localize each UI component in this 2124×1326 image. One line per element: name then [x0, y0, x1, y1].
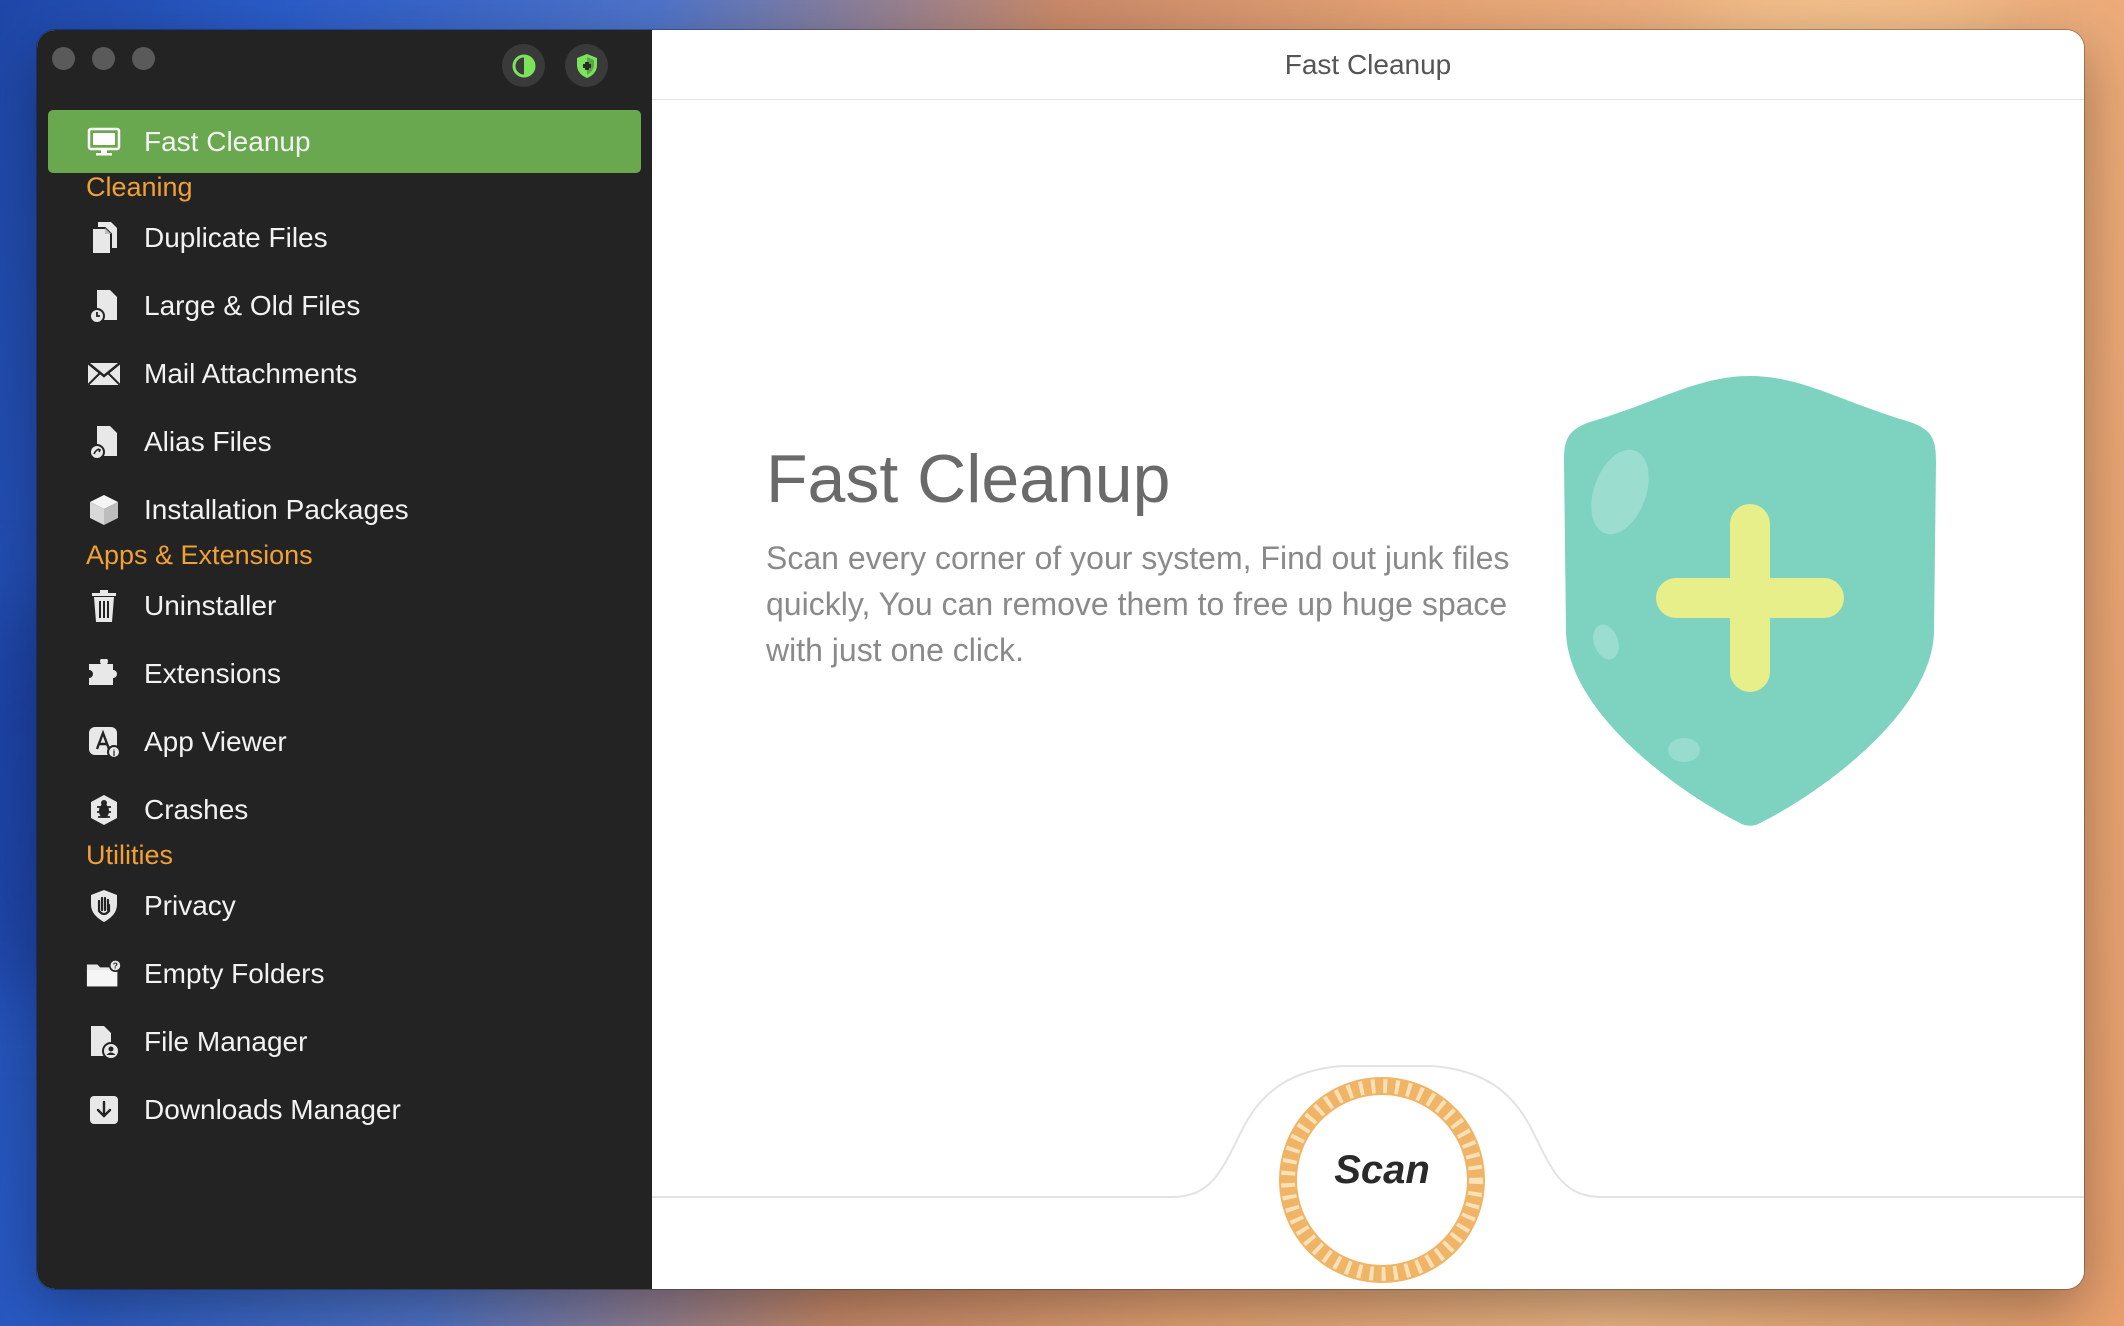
sidebar-item-installation-packages[interactable]: Installation Packages [48, 478, 641, 541]
page-title: Fast Cleanup [766, 441, 1171, 517]
sidebar-item-empty-folders[interactable]: ? Empty Folders [48, 942, 641, 1005]
sidebar-item-extensions[interactable]: Extensions [48, 642, 641, 705]
svg-text:i: i [113, 748, 116, 758]
main-panel: Fast Cleanup Fast Cleanup Scan every cor… [652, 30, 2084, 1289]
duplicate-files-icon [86, 220, 122, 256]
file-user-icon [86, 1024, 122, 1060]
section-utilities: Utilities [86, 840, 174, 870]
sidebar-item-mail-attachments[interactable]: Mail Attachments [48, 342, 641, 405]
section-cleaning: Cleaning [86, 172, 193, 202]
scan-button[interactable]: Scan [1262, 1060, 1502, 1289]
app-window: Fast Cleanup Cleaning Duplicate Files La… [37, 30, 2084, 1289]
sidebar-item-alias-files[interactable]: Alias Files [48, 410, 641, 473]
sidebar-toolbar [502, 44, 608, 87]
zoom-button[interactable] [132, 47, 155, 70]
sidebar-item-downloads-manager[interactable]: Downloads Manager [48, 1078, 641, 1141]
sidebar-nav: Fast Cleanup Cleaning Duplicate Files La… [48, 110, 641, 1146]
sidebar-item-label: Downloads Manager [144, 1093, 401, 1125]
sidebar-item-app-viewer[interactable]: i App Viewer [48, 710, 641, 773]
shield-plus-icon [1562, 372, 1938, 833]
sidebar-item-fast-cleanup[interactable]: Fast Cleanup [48, 110, 641, 173]
sidebar-item-privacy[interactable]: Privacy [48, 874, 641, 937]
sidebar-item-label: Fast Cleanup [144, 125, 311, 157]
section-apps-extensions: Apps & Extensions [86, 540, 313, 570]
page-description: Scan every corner of your system, Find o… [766, 540, 1510, 668]
app-viewer-icon: i [86, 724, 122, 760]
sidebar-item-label: Alias Files [144, 425, 272, 457]
download-icon [86, 1092, 122, 1128]
folder-icon: ? [86, 956, 122, 992]
mail-icon [86, 356, 122, 392]
sidebar-item-uninstaller[interactable]: Uninstaller [48, 574, 641, 637]
sidebar-item-label: Uninstaller [144, 589, 277, 621]
sidebar-item-label: Installation Packages [144, 493, 409, 525]
sidebar: Fast Cleanup Cleaning Duplicate Files La… [37, 30, 652, 1289]
bug-icon [86, 792, 122, 828]
minimize-button[interactable] [92, 47, 115, 70]
sidebar-item-crashes[interactable]: Crashes [48, 778, 641, 841]
window-title: Fast Cleanup [652, 30, 2084, 100]
sidebar-item-duplicate-files[interactable]: Duplicate Files [48, 206, 641, 269]
contrast-icon[interactable] [502, 44, 545, 87]
sidebar-item-label: Empty Folders [144, 957, 325, 989]
sidebar-item-label: Large & Old Files [144, 289, 361, 321]
package-icon [86, 492, 122, 528]
sidebar-item-file-manager[interactable]: File Manager [48, 1010, 641, 1073]
trash-icon [86, 588, 122, 624]
svg-text:?: ? [113, 960, 118, 970]
scan-label: Scan [1334, 1148, 1430, 1192]
hand-shield-icon [86, 888, 122, 924]
large-files-icon [86, 288, 122, 324]
sidebar-item-label: Crashes [144, 793, 249, 825]
window-controls [52, 47, 155, 70]
puzzle-icon [86, 656, 122, 692]
monitor-icon [86, 124, 122, 160]
close-button[interactable] [52, 47, 75, 70]
sidebar-item-label: App Viewer [144, 725, 287, 757]
sidebar-item-label: Privacy [144, 889, 236, 921]
shield-icon[interactable] [565, 44, 608, 87]
sidebar-item-label: Extensions [144, 657, 281, 689]
sidebar-item-label: Duplicate Files [144, 221, 328, 253]
sidebar-item-label: File Manager [144, 1025, 308, 1057]
sidebar-item-label: Mail Attachments [144, 357, 358, 389]
alias-file-icon [86, 424, 122, 460]
sidebar-item-large-old-files[interactable]: Large & Old Files [48, 274, 641, 337]
